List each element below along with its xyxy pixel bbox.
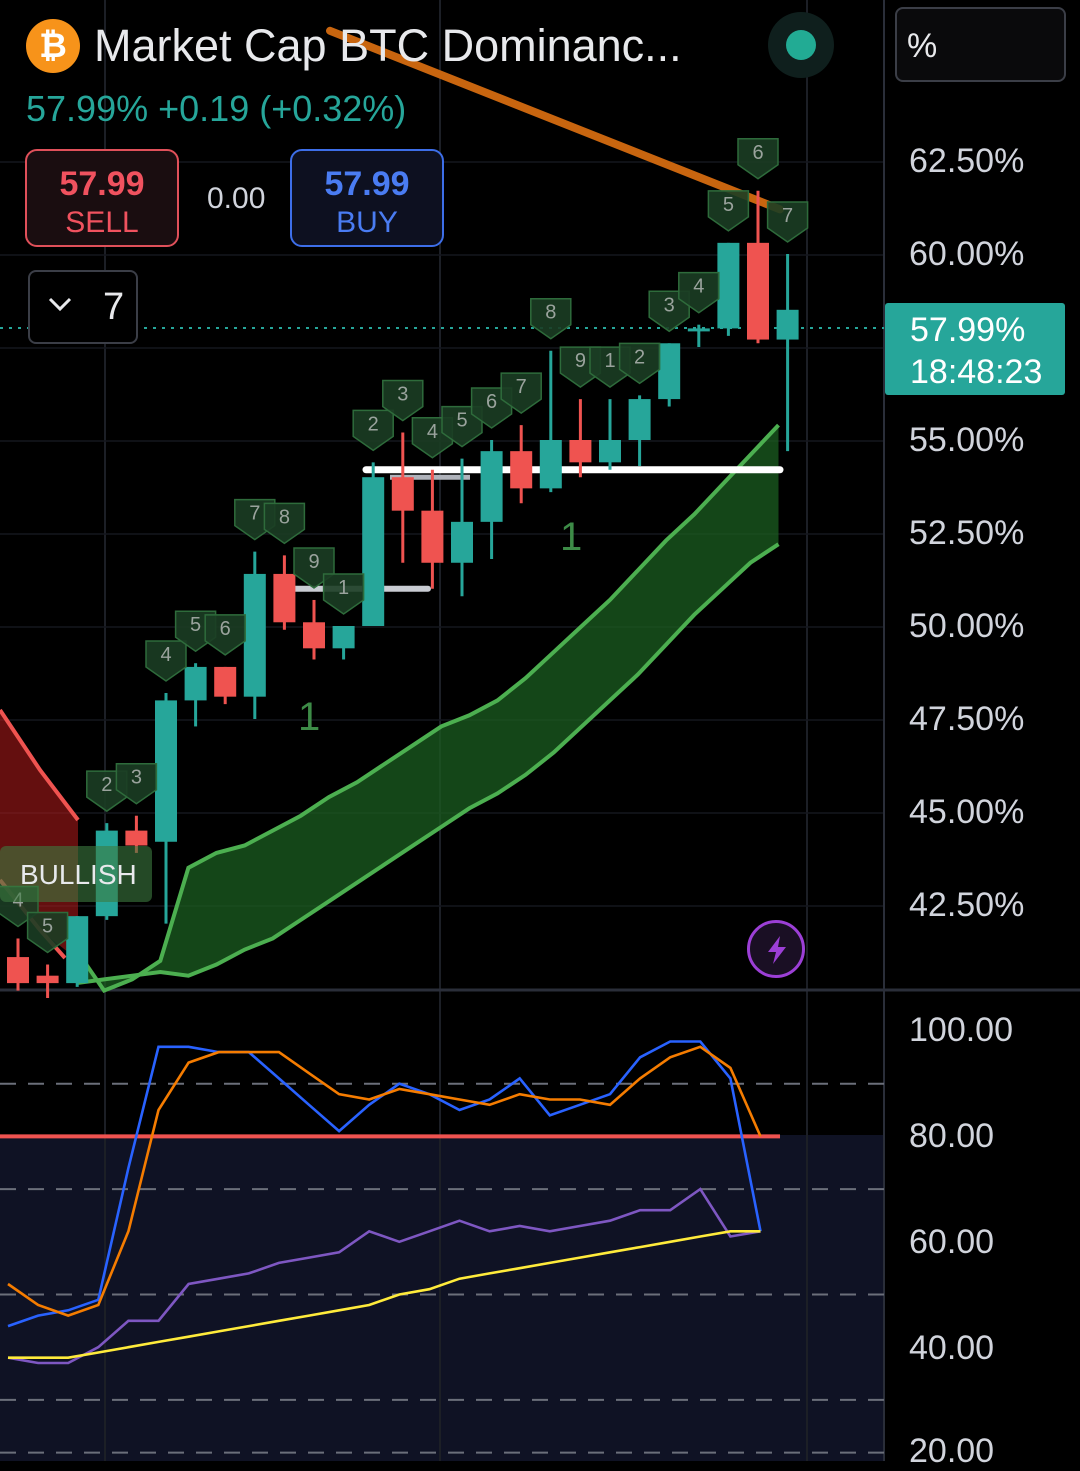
- count-marker-text-6: 5: [190, 614, 201, 636]
- buy-price: 57.99: [324, 165, 410, 203]
- count-marker-text-5: 4: [160, 644, 171, 666]
- count-marker-text-19: 9: [575, 350, 586, 372]
- market-status-indicator[interactable]: [768, 12, 834, 78]
- count-marker-text-14: 4: [427, 421, 438, 443]
- price-axis-tick: 47.50%: [909, 700, 1025, 738]
- count-marker-text-13: 3: [397, 384, 408, 406]
- price-axis-tick: 52.50%: [909, 514, 1025, 552]
- spread-value: 0.00: [207, 182, 266, 215]
- interval-selector[interactable]: 7: [28, 270, 138, 344]
- percent-scale-label: %: [907, 27, 938, 65]
- count-marker-text-25: 6: [752, 142, 763, 164]
- candle-body-19: [569, 440, 592, 463]
- count-marker-text-11: 1: [338, 577, 349, 599]
- candle-body-15: [451, 521, 473, 563]
- last-price: 57.99%: [26, 88, 149, 129]
- candle-body-13: [391, 477, 414, 511]
- status-dot-icon: [786, 30, 816, 60]
- count-marker-text-8: 7: [249, 503, 260, 525]
- count-marker-text-7: 6: [220, 618, 231, 640]
- candle-body-8: [243, 573, 266, 697]
- buy-button[interactable]: 57.99 BUY: [290, 149, 444, 247]
- sell-label: SELL: [65, 206, 139, 239]
- oscillator-axis-tick: 40.00: [909, 1329, 995, 1367]
- oscillator-axis-tick: 60.00: [909, 1223, 995, 1261]
- candle-body-25: [747, 242, 769, 340]
- price-axis-tick: 55.00%: [909, 421, 1025, 459]
- candle-body-14: [421, 510, 444, 563]
- candle-body-26: [776, 309, 799, 340]
- count-marker-text-3: 2: [101, 774, 112, 796]
- candle-body-23: [687, 328, 710, 332]
- candle-body-16: [480, 451, 503, 522]
- signal-one-a: 1: [298, 695, 320, 739]
- oscillator-axis-tick: 100.00: [909, 1011, 1013, 1049]
- count-marker-text-10: 9: [308, 551, 319, 573]
- candle-body-2: [66, 916, 89, 984]
- candle-body-20: [599, 440, 621, 463]
- count-marker-text-1: 5: [42, 916, 53, 938]
- count-marker-text-4: 3: [131, 767, 142, 789]
- buy-label: BUY: [336, 206, 398, 239]
- candle-body-4: [125, 830, 148, 846]
- candle-body-11: [332, 626, 355, 649]
- candle-body-22: [658, 343, 681, 400]
- count-marker-text-18: 8: [545, 302, 556, 324]
- count-marker-text-9: 8: [279, 506, 290, 528]
- bar-countdown: 18:48:23: [910, 353, 1043, 391]
- count-marker-text-22: 3: [664, 294, 675, 316]
- candle-body-21: [628, 399, 651, 440]
- lightning-button[interactable]: [747, 920, 805, 978]
- sell-button[interactable]: 57.99 SELL: [25, 149, 179, 247]
- signal-one-b: 1: [560, 515, 582, 559]
- count-marker-text-16: 6: [486, 391, 497, 413]
- candle-body-6: [184, 666, 207, 701]
- candle-body-5: [155, 700, 177, 842]
- price-axis-tick: 45.00%: [909, 793, 1025, 831]
- oscillator-axis-tick: 20.00: [909, 1432, 995, 1470]
- count-marker-text-17: 7: [516, 376, 527, 398]
- symbol-title[interactable]: Market Cap BTC Dominanc...: [94, 20, 682, 72]
- candle-body-10: [303, 622, 325, 649]
- bitcoin-icon: ₿: [26, 19, 80, 73]
- candle-body-9: [273, 573, 296, 623]
- count-marker-text-20: 1: [604, 350, 615, 372]
- candle-body-0: [7, 957, 29, 984]
- price-axis-tick: 60.00%: [909, 235, 1025, 273]
- count-marker-text-23: 4: [693, 276, 704, 298]
- percent-scale-button[interactable]: %: [895, 7, 1066, 82]
- sell-price: 57.99: [59, 165, 145, 203]
- candle-body-18: [539, 440, 562, 489]
- price-change: +0.19 (+0.32%): [158, 88, 407, 129]
- last-price-tag: 57.99% 18:48:23: [885, 303, 1065, 395]
- count-marker-text-24: 5: [723, 194, 734, 216]
- price-axis-tick: 50.00%: [909, 607, 1025, 645]
- count-marker-text-21: 2: [634, 346, 645, 368]
- price-axis-tick: 42.50%: [909, 886, 1025, 924]
- bullish-label: BULLISH: [20, 859, 137, 890]
- oscillator-axis-tick: 80.00: [909, 1117, 995, 1155]
- chevron-down-icon: [48, 297, 72, 312]
- count-marker-text-26: 7: [782, 205, 793, 227]
- count-marker-text-12: 2: [368, 413, 379, 435]
- candle-body-1: [36, 975, 59, 984]
- candle-body-17: [510, 451, 533, 489]
- price-axis-tick: 62.50%: [909, 142, 1025, 180]
- candle-body-7: [214, 666, 237, 697]
- price-change-readout: 57.99% +0.19 (+0.32%): [26, 88, 406, 130]
- last-price-tag-value: 57.99%: [910, 311, 1026, 349]
- interval-value: 7: [103, 286, 125, 328]
- candle-body-24: [717, 242, 740, 329]
- lightning-icon: [768, 936, 786, 964]
- count-marker-text-15: 5: [456, 410, 467, 432]
- candle-body-12: [362, 477, 385, 626]
